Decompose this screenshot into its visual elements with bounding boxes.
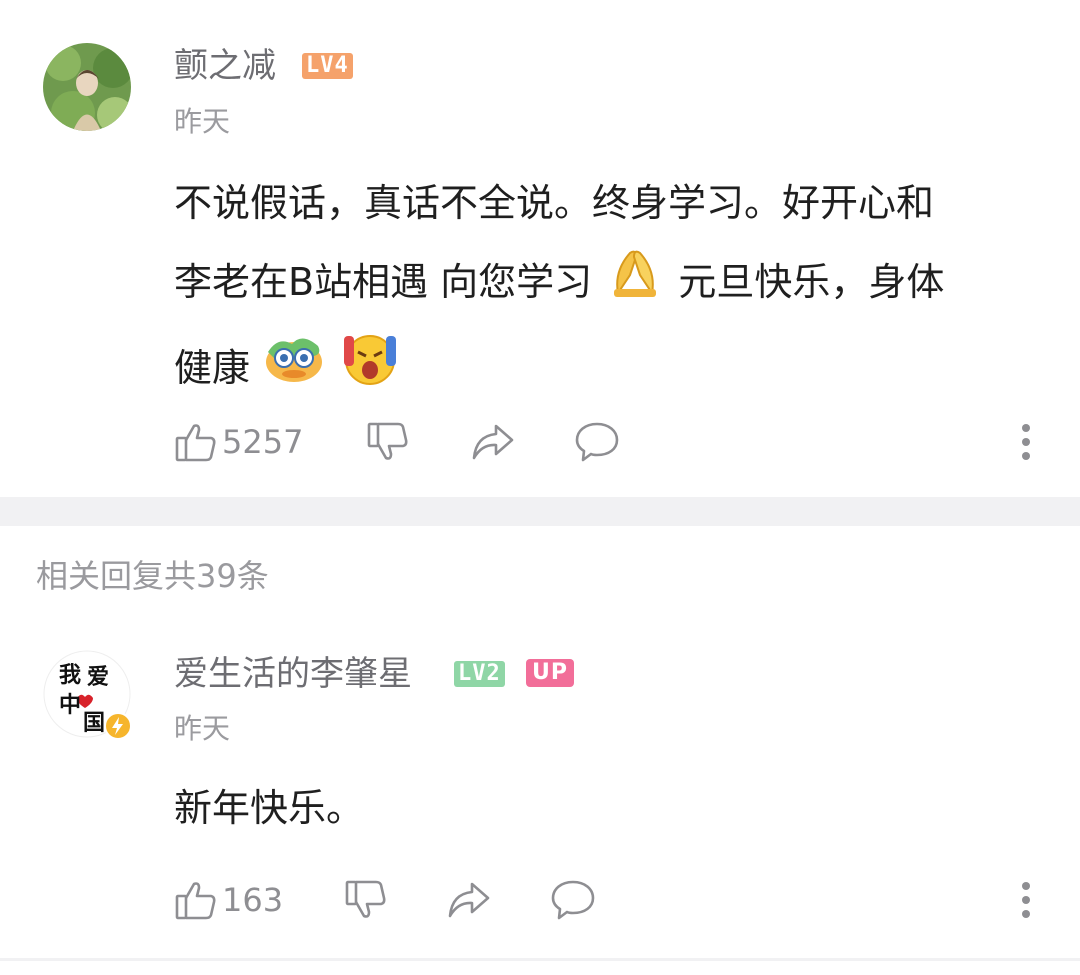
avatar-text: 爱 bbox=[87, 664, 109, 690]
like-count: 5257 bbox=[222, 423, 304, 461]
username[interactable]: 爱生活的李肇星 bbox=[174, 654, 412, 694]
timestamp: 昨天 bbox=[174, 712, 231, 745]
avatar-text: 国 bbox=[83, 710, 105, 736]
timestamp: 昨天 bbox=[174, 105, 231, 138]
section-divider bbox=[0, 958, 1080, 961]
reply-button[interactable] bbox=[574, 420, 620, 464]
share-button[interactable] bbox=[446, 878, 492, 922]
reply-text: 新年快乐。 bbox=[174, 786, 365, 830]
reply-icon bbox=[574, 420, 620, 464]
dislike-icon bbox=[344, 878, 388, 922]
avatar-text: 中 bbox=[59, 692, 81, 718]
share-button[interactable] bbox=[470, 420, 516, 464]
comment-line: 健康 bbox=[174, 328, 1054, 413]
shocked-face-emoji-icon bbox=[262, 330, 326, 411]
comment-text-part: 元旦快乐，身体 bbox=[678, 260, 945, 304]
reply-icon bbox=[550, 878, 596, 922]
section-divider bbox=[0, 497, 1080, 526]
level-badge: LV2 bbox=[454, 661, 505, 687]
avatar-text: 我 bbox=[59, 662, 81, 688]
dislike-icon bbox=[366, 420, 410, 464]
like-icon bbox=[174, 420, 218, 464]
dislike-button[interactable] bbox=[344, 878, 388, 922]
share-icon bbox=[446, 878, 492, 922]
comment-text-part: 健康 bbox=[174, 346, 251, 390]
more-button[interactable] bbox=[1018, 880, 1034, 920]
like-count: 163 bbox=[222, 881, 284, 919]
comment-text: 不说假话，真话不全说。终身学习。好开心和 李老在B站相遇 向您学习 元旦快乐，身… bbox=[174, 165, 1054, 413]
pray-hands-emoji-icon bbox=[604, 241, 666, 328]
comment-line: 不说假话，真话不全说。终身学习。好开心和 bbox=[174, 181, 935, 225]
share-icon bbox=[470, 420, 516, 464]
verified-lightning-icon bbox=[104, 712, 132, 744]
username[interactable]: 颤之减 bbox=[174, 46, 276, 86]
up-badge: UP bbox=[526, 659, 574, 687]
avatar[interactable] bbox=[43, 43, 131, 131]
comment-text-part: 李老在B站相遇 向您学习 bbox=[174, 260, 593, 304]
comment-line: 李老在B站相遇 向您学习 元旦快乐，身体 bbox=[174, 241, 1054, 328]
like-button[interactable]: 5257 bbox=[174, 420, 303, 464]
like-button[interactable]: 163 bbox=[174, 878, 283, 922]
more-button[interactable] bbox=[1018, 422, 1034, 462]
level-badge: LV4 bbox=[302, 53, 353, 79]
reply-button[interactable] bbox=[550, 878, 596, 922]
more-icon bbox=[1018, 880, 1034, 920]
like-icon bbox=[174, 878, 218, 922]
scream-face-emoji-icon bbox=[338, 328, 402, 413]
dislike-button[interactable] bbox=[366, 420, 410, 464]
replies-count-header: 相关回复共39条 bbox=[36, 557, 269, 595]
more-icon bbox=[1018, 422, 1034, 462]
